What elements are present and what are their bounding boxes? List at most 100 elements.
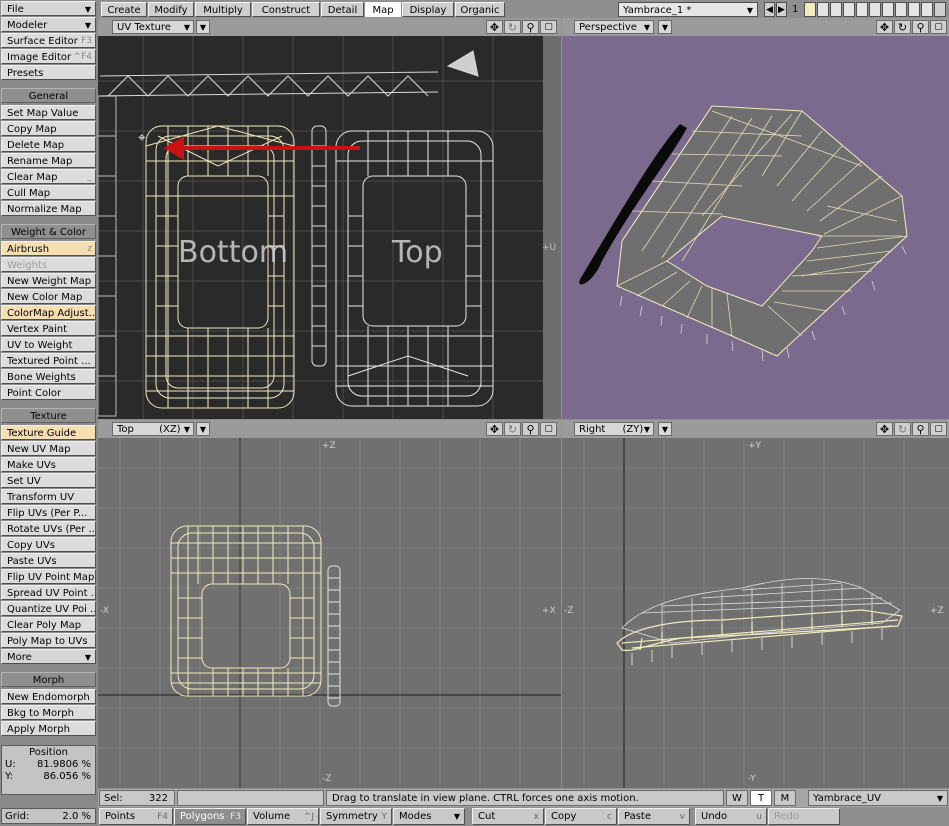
render-mode-select[interactable]: ▼ bbox=[658, 20, 672, 34]
new-uv-map-button[interactable]: New UV Map bbox=[1, 441, 96, 456]
texture-view-button[interactable]: T bbox=[750, 790, 772, 806]
maximize-icon[interactable]: ▢ bbox=[930, 20, 947, 34]
colormap-adjust-button[interactable]: ColorMap Adjust... bbox=[1, 305, 96, 320]
layer-toggle[interactable] bbox=[882, 2, 894, 17]
zoom-icon[interactable]: ⚲ bbox=[912, 20, 929, 34]
view-type-select[interactable]: Top (XZ) ▼ bbox=[112, 422, 194, 436]
right-canvas[interactable]: +Y -Y -Z +Z bbox=[562, 438, 949, 788]
morph-view-button[interactable]: M bbox=[774, 790, 796, 806]
bone-weights-button[interactable]: Bone Weights bbox=[1, 369, 96, 384]
more-menu[interactable]: More ▼ bbox=[1, 649, 96, 664]
pan-icon[interactable]: ✥ bbox=[876, 422, 893, 436]
tab-detail[interactable]: Detail bbox=[321, 2, 364, 17]
new-color-map-button[interactable]: New Color Map bbox=[1, 289, 96, 304]
bkg-to-morph-button[interactable]: Bkg to Morph bbox=[1, 705, 96, 720]
prev-object-icon[interactable]: ◀ bbox=[764, 2, 775, 17]
render-mode-select[interactable]: ▼ bbox=[658, 422, 672, 436]
new-endomorph-button[interactable]: New Endomorph bbox=[1, 689, 96, 704]
paste-button[interactable]: Paste v bbox=[618, 808, 690, 825]
uv-viewport[interactable]: UV Texture ▼ ▼ ✥ ↻ ⚲ ▢ Bottom Top +U ⌖ bbox=[98, 18, 561, 419]
paste-uvs-button[interactable]: Paste UVs bbox=[1, 553, 96, 568]
rotate-icon[interactable]: ↻ bbox=[504, 422, 521, 436]
volume-mode-button[interactable]: Volume ^J bbox=[247, 808, 319, 825]
tab-construct[interactable]: Construct bbox=[252, 2, 320, 17]
copy-uvs-button[interactable]: Copy UVs bbox=[1, 537, 96, 552]
top-viewport[interactable]: Top (XZ) ▼ ▼ ✥ ↻ ⚲ ▢ +Z -Z -X +X bbox=[98, 420, 561, 788]
modeler-menu[interactable]: Modeler ▼ bbox=[1, 17, 96, 32]
delete-map-button[interactable]: Delete Map bbox=[1, 137, 96, 152]
point-color-button[interactable]: Point Color bbox=[1, 385, 96, 400]
maximize-icon[interactable]: ▢ bbox=[540, 422, 557, 436]
rename-map-button[interactable]: Rename Map bbox=[1, 153, 96, 168]
make-uvs-button[interactable]: Make UVs bbox=[1, 457, 96, 472]
presets-button[interactable]: Presets bbox=[1, 65, 96, 80]
image-editor-button[interactable]: Image Editor ^F4 bbox=[1, 49, 96, 64]
modes-menu[interactable]: Modes ▼ bbox=[393, 808, 465, 825]
layer-toggle[interactable] bbox=[895, 2, 907, 17]
cull-map-button[interactable]: Cull Map bbox=[1, 185, 96, 200]
undo-button[interactable]: Undo u bbox=[695, 808, 767, 825]
top-canvas[interactable]: +Z -Z -X +X bbox=[98, 438, 561, 788]
uv-canvas[interactable]: Bottom Top +U ⌖ bbox=[98, 36, 561, 419]
rotate-icon[interactable]: ↻ bbox=[504, 20, 521, 34]
view-type-select[interactable]: Right (ZY) ▼ bbox=[574, 422, 654, 436]
file-menu[interactable]: File ▼ bbox=[1, 1, 96, 16]
tab-display[interactable]: Display bbox=[402, 2, 454, 17]
set-uv-button[interactable]: Set UV bbox=[1, 473, 96, 488]
layer-toggle[interactable] bbox=[804, 2, 816, 17]
poly-map-to-uvs-button[interactable]: Poly Map to UVs bbox=[1, 633, 96, 648]
layer-toggle[interactable] bbox=[830, 2, 842, 17]
new-weight-map-button[interactable]: New Weight Map bbox=[1, 273, 96, 288]
next-object-icon[interactable]: ▶ bbox=[776, 2, 787, 17]
pan-icon[interactable]: ✥ bbox=[486, 422, 503, 436]
tab-modify[interactable]: Modify bbox=[148, 2, 194, 17]
texture-guide-button[interactable]: Texture Guide bbox=[1, 425, 96, 440]
layer-toggle[interactable] bbox=[921, 2, 933, 17]
clear-map-button[interactable]: Clear Map _ bbox=[1, 169, 96, 184]
rotate-uvs-button[interactable]: Rotate UVs (Per ... bbox=[1, 521, 96, 536]
layer-toggle[interactable] bbox=[817, 2, 829, 17]
layer-toggle[interactable] bbox=[869, 2, 881, 17]
layer-toggle[interactable] bbox=[856, 2, 868, 17]
clear-poly-map-button[interactable]: Clear Poly Map bbox=[1, 617, 96, 632]
copy-map-button[interactable]: Copy Map bbox=[1, 121, 96, 136]
right-viewport[interactable]: Right (ZY) ▼ ▼ ✥ ↻ ⚲ ▢ +Y -Y -Z +Z bbox=[562, 420, 949, 788]
pan-icon[interactable]: ✥ bbox=[876, 20, 893, 34]
object-selector[interactable]: Yambrace_1 * ▼ bbox=[618, 2, 758, 17]
vertex-map-select[interactable]: Yambrace_UV ▼ bbox=[808, 790, 948, 806]
quantize-uv-button[interactable]: Quantize UV Poi ... bbox=[1, 601, 96, 616]
rotate-icon[interactable]: ↻ bbox=[894, 422, 911, 436]
flip-uv-point-map-button[interactable]: Flip UV Point Map bbox=[1, 569, 96, 584]
spread-uv-point-button[interactable]: Spread UV Point ... bbox=[1, 585, 96, 600]
flip-uvs-button[interactable]: Flip UVs (Per P... bbox=[1, 505, 96, 520]
apply-morph-button[interactable]: Apply Morph bbox=[1, 721, 96, 736]
tab-create[interactable]: Create bbox=[101, 2, 147, 17]
surface-editor-button[interactable]: Surface Editor F3 bbox=[1, 33, 96, 48]
maximize-icon[interactable]: ▢ bbox=[930, 422, 947, 436]
normalize-map-button[interactable]: Normalize Map bbox=[1, 201, 96, 216]
points-mode-button[interactable]: Points F4 bbox=[99, 808, 173, 825]
layer-toggle[interactable] bbox=[843, 2, 855, 17]
pan-icon[interactable]: ✥ bbox=[486, 20, 503, 34]
layer-toggle[interactable] bbox=[908, 2, 920, 17]
textured-point-button[interactable]: Textured Point ... bbox=[1, 353, 96, 368]
perspective-viewport[interactable]: Perspective ▼ ▼ ✥ ↻ ⚲ ▢ bbox=[562, 18, 949, 419]
rotate-icon[interactable]: ↻ bbox=[894, 20, 911, 34]
perspective-canvas[interactable] bbox=[562, 36, 949, 419]
tab-multiply[interactable]: Multiply bbox=[195, 2, 251, 17]
weights-button[interactable]: Weights bbox=[1, 257, 96, 272]
view-type-select[interactable]: Perspective ▼ bbox=[574, 20, 654, 34]
set-map-value-button[interactable]: Set Map Value bbox=[1, 105, 96, 120]
airbrush-button[interactable]: Airbrush z bbox=[1, 241, 96, 256]
tab-organic[interactable]: Organic bbox=[455, 2, 505, 17]
tab-map[interactable]: Map bbox=[365, 2, 401, 17]
transform-uv-button[interactable]: Transform UV bbox=[1, 489, 96, 504]
polygons-mode-button[interactable]: Polygons F3 bbox=[174, 808, 246, 825]
layer-page-icon[interactable] bbox=[934, 2, 946, 17]
zoom-icon[interactable]: ⚲ bbox=[522, 422, 539, 436]
cut-button[interactable]: Cut x bbox=[472, 808, 544, 825]
view-type-select[interactable]: UV Texture ▼ bbox=[112, 20, 194, 34]
redo-button[interactable]: Redo bbox=[768, 808, 840, 825]
symmetry-toggle[interactable]: Symmetry Y bbox=[320, 808, 392, 825]
uv-to-weight-button[interactable]: UV to Weight bbox=[1, 337, 96, 352]
